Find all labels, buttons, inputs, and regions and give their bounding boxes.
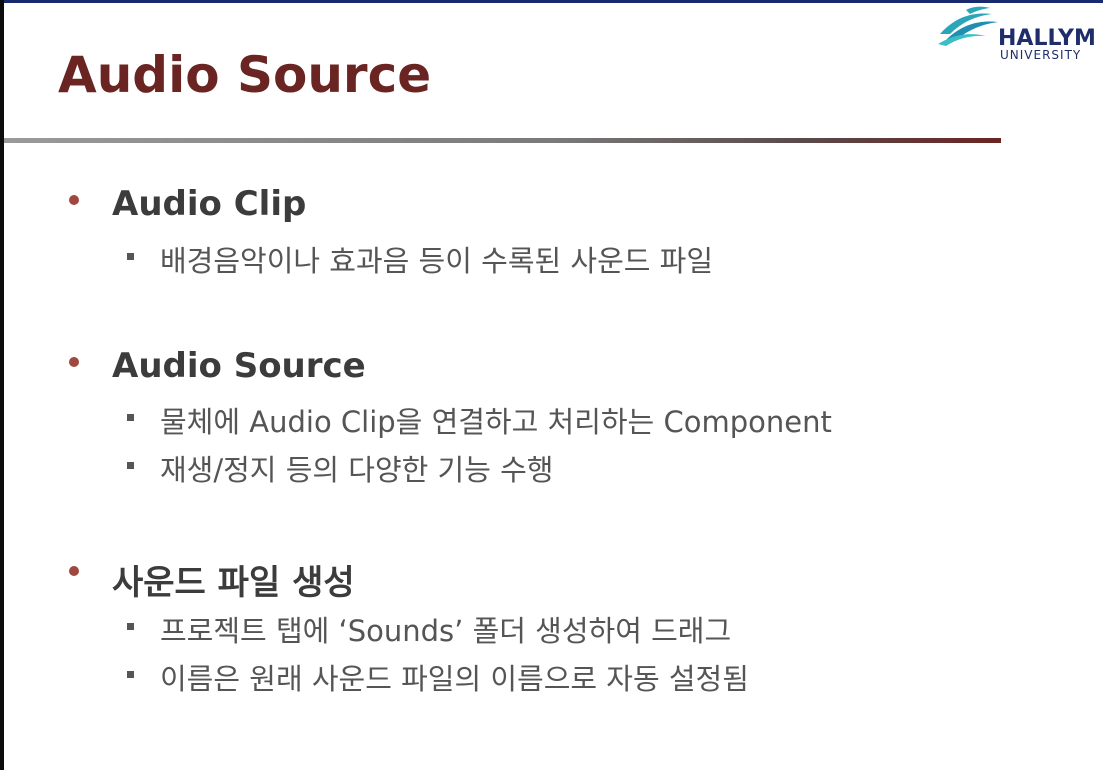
bullet-dot-icon xyxy=(69,195,79,205)
top-accent-bar xyxy=(0,0,1103,3)
bullet-heading: Audio Clip xyxy=(69,184,307,224)
bullet-heading-text: 사운드 파일 생성 xyxy=(112,563,355,603)
slide-title: Audio Source xyxy=(58,46,432,104)
slide-left-border xyxy=(0,0,4,770)
square-bullet-icon xyxy=(127,623,134,630)
sub-bullet-text: 이름은 원래 사운드 파일의 이름으로 자동 설정됨 xyxy=(160,662,749,696)
wave-logo-icon xyxy=(938,6,998,46)
square-bullet-icon xyxy=(127,414,134,421)
sub-bullet: 배경음악이나 효과음 등이 수록된 사운드 파일 xyxy=(127,238,714,280)
bullet-heading: 사운드 파일 생성 xyxy=(69,555,355,604)
sub-bullet-text: 프로젝트 탭에 ‘Sounds’ 폴더 생성하여 드래그 xyxy=(160,614,732,648)
bullet-heading-text: Audio Source xyxy=(112,346,366,386)
sub-bullet-text: 재생/정지 등의 다양한 기능 수행 xyxy=(160,453,554,487)
bullet-dot-icon xyxy=(69,566,79,576)
bullet-heading-text: Audio Clip xyxy=(112,184,307,224)
sub-bullet: 프로젝트 탭에 ‘Sounds’ 폴더 생성하여 드래그 xyxy=(127,608,732,650)
sub-bullet-text: 배경음악이나 효과음 등이 수록된 사운드 파일 xyxy=(160,244,714,278)
university-logo: HALLYM UNIVERSITY xyxy=(936,4,1103,66)
title-divider xyxy=(4,138,1001,143)
bullet-dot-icon xyxy=(69,357,79,367)
sub-bullet-text: 물체에 Audio Clip을 연결하고 처리하는 Component xyxy=(160,405,832,439)
logo-wordmark: HALLYM xyxy=(998,26,1096,51)
square-bullet-icon xyxy=(127,462,134,469)
square-bullet-icon xyxy=(127,253,134,260)
square-bullet-icon xyxy=(127,671,134,678)
logo-subtitle: UNIVERSITY xyxy=(1000,48,1082,62)
sub-bullet: 이름은 원래 사운드 파일의 이름으로 자동 설정됨 xyxy=(127,656,749,698)
sub-bullet: 재생/정지 등의 다양한 기능 수행 xyxy=(127,447,554,489)
bullet-heading: Audio Source xyxy=(69,346,366,386)
sub-bullet: 물체에 Audio Clip을 연결하고 처리하는 Component xyxy=(127,399,832,441)
